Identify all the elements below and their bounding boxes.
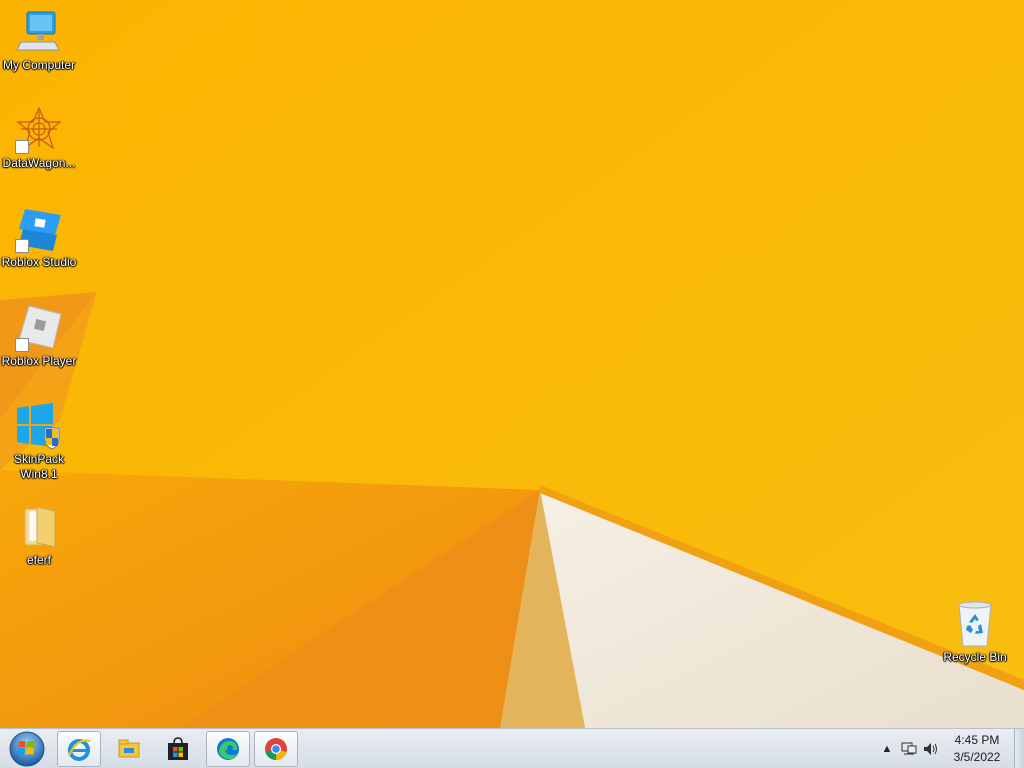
start-button[interactable] [3,730,51,768]
desktop-icon-my-computer[interactable]: My Computer [0,8,78,73]
desktop-icon-recycle-bin[interactable]: Recycle Bin [936,600,1014,665]
datawagon-icon [15,106,63,154]
desktop-icon-label: Roblox Player [1,354,77,368]
shortcut-arrow-icon [15,338,29,352]
clock[interactable]: 4:45 PM 3/5/2022 [942,732,1012,766]
show-hidden-icons-icon[interactable]: ▲ [876,738,898,760]
skinpack-shield-icon [15,402,63,450]
desktop-icon-roblox-player[interactable]: Roblox Player [0,304,78,369]
clock-date: 3/5/2022 [953,750,1001,764]
show-desktop-button[interactable] [1014,729,1024,768]
desktop-icon-roblox-studio[interactable]: Roblox Studio [0,205,78,270]
shortcut-arrow-icon [15,140,29,154]
desktop-icon-label: Recycle Bin [943,650,1007,664]
store-icon [168,737,188,760]
shortcut-arrow-icon [15,239,29,253]
file-explorer-icon [118,739,140,758]
taskbar-file-explorer-button[interactable] [107,731,151,767]
wallpaper [0,0,1024,728]
desktop-icon-label: eferf [26,553,51,567]
taskbar-chrome-button[interactable] [254,731,298,767]
desktop-icon-skinpack[interactable]: SkinPack Win8.1 [0,402,78,482]
edge-icon [217,738,239,760]
desktop-icon-label: My Computer [2,58,76,72]
desktop-icon-label: DataWagon... [2,156,76,170]
system-tray: ▲ 4:45 PM 3/5/2022 [876,729,1012,768]
network-icon[interactable] [898,738,920,760]
taskbar-edge-button[interactable] [206,731,250,767]
desktop-icon-label: Roblox Studio [1,255,77,269]
clock-time: 4:45 PM [954,733,1000,747]
folder-icon [15,503,63,551]
desktop-icon-datawagon[interactable]: DataWagon... [0,106,78,171]
taskbar: ▲ 4:45 PM 3/5/2022 [0,728,1024,768]
roblox-player-icon [15,304,63,352]
desktop-icon-eferf-folder[interactable]: eferf [0,503,78,568]
roblox-studio-icon [15,205,63,253]
chrome-icon [265,738,287,760]
windows-orb-icon [9,731,45,767]
recycle-bin-icon [951,600,999,648]
taskbar-ie-button[interactable] [57,731,101,767]
desktop-icon-label: SkinPack Win8.1 [13,452,65,481]
volume-icon[interactable] [920,738,942,760]
ie-icon [68,739,91,761]
taskbar-store-button[interactable] [156,731,200,767]
desktop[interactable]: My Computer DataWagon... Roblox Studio R… [0,0,1024,728]
computer-icon [15,8,63,56]
